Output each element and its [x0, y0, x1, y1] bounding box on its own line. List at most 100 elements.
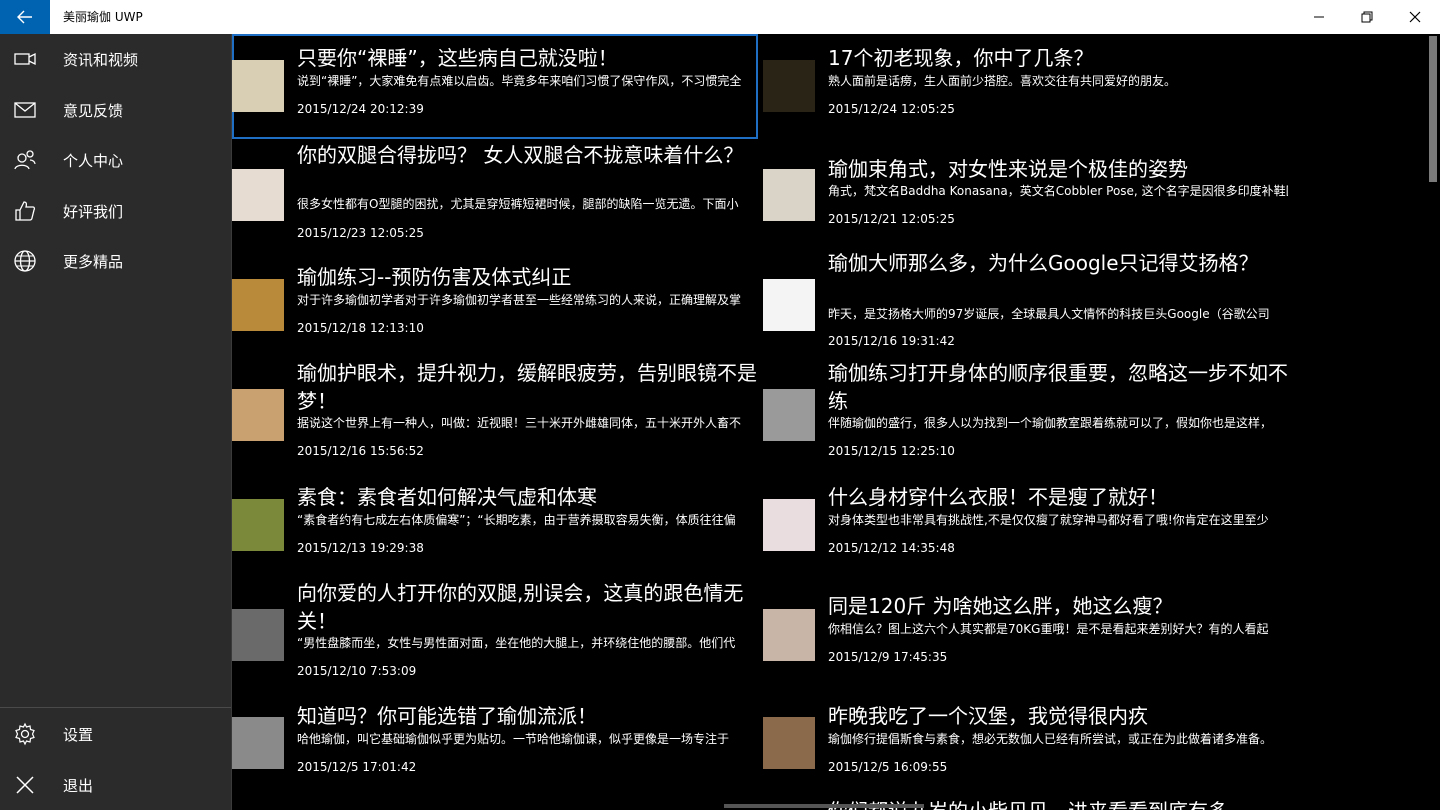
article-summary: “素食者约有七成左右体质偏寒”；“长期吃素，由于营养摄取容易失衡，体质往往偏 [297, 513, 736, 527]
article-title: 同是120斤 为啥她这么胖，她这么瘦？ [828, 594, 1173, 618]
app-title: 美丽瑜伽 UWP [63, 10, 143, 24]
article-card[interactable]: 只要你“裸睡”，这些病自己就没啦！ 说到“裸睡”，大家难免有点难以启齿。毕竟多年… [232, 34, 758, 139]
article-summary: 说到“裸睡”，大家难免有点难以启齿。毕竟多年来咱们习惯了保守作风，不习惯完全 [297, 74, 742, 88]
article-date: 2015/12/5 16:09:55 [828, 760, 948, 774]
article-thumbnail [763, 609, 815, 661]
article-date: 2015/12/10 7:53:09 [297, 664, 417, 678]
article-summary: 瑜伽修行提倡斯食与素食，想必无数伽人已经有所尝试，或正在为此做着诸多准备。 [828, 732, 1273, 746]
sidebar-item-news-video[interactable]: 资讯和视频 [0, 34, 231, 84]
article-thumbnail [232, 60, 284, 112]
article-date: 2015/12/24 12:05:25 [828, 102, 955, 116]
article-date: 2015/12/5 17:01:42 [297, 760, 417, 774]
article-title: 只要你“裸睡”，这些病自己就没啦！ [297, 46, 618, 70]
article-card[interactable]: 瑜伽练习--预防伤害及体式纠正 对于许多瑜伽初学者对于许多瑜伽初学者甚至一些经常… [232, 249, 758, 359]
article-date: 2015/12/23 12:05:25 [297, 226, 424, 240]
article-thumbnail [232, 717, 284, 769]
article-thumbnail [232, 499, 284, 551]
article-summary: 很多女性都有O型腿的困扰，尤其是穿短裤短裙时候，腿部的缺陷一览无遗。下面小 [297, 197, 739, 211]
article-date: 2015/12/13 19:29:38 [297, 541, 424, 555]
article-card[interactable]: 知道吗？你可能选错了瑜伽流派！ 哈他瑜伽，叫它基础瑜伽似乎更为贴切。一节哈他瑜伽… [232, 699, 758, 799]
article-thumbnail [763, 279, 815, 331]
sidebar-item-label: 个人中心 [63, 151, 124, 170]
article-card[interactable]: 什么身材穿什么衣服！不是瘦了就好！ 对身体类型也非常具有挑战性,不是仅仅瘦了就穿… [763, 479, 1289, 579]
article-card[interactable]: 瑜伽束角式，对女性来说是个极佳的姿势 角式，梵文名Baddha Konasana… [763, 139, 1289, 249]
article-title: 瑜伽练习打开身体的顺序很重要，忽略这一步不如不练 [828, 361, 1288, 413]
article-card[interactable]: 向你爱的人打开你的双腿,别误会，这真的跟色情无关！ “男性盘膝而坐，女性与男性面… [232, 579, 758, 699]
article-title: 知道吗？你可能选错了瑜伽流派！ [297, 704, 597, 728]
article-summary: 对于许多瑜伽初学者对于许多瑜伽初学者甚至一些经常练习的人来说，正确理解及掌 [297, 293, 742, 307]
article-thumbnail [232, 389, 284, 441]
article-title: 昨晚我吃了一个汉堡，我觉得很内疚 [828, 704, 1148, 728]
gear-icon [13, 722, 37, 746]
sidebar-item-label: 设置 [63, 725, 94, 744]
article-title: 素食：素食者如何解决气虚和体寒 [297, 485, 597, 509]
sidebar-item-label: 更多精品 [63, 252, 124, 271]
article-summary: 据说这个世界上有一种人，叫做：近视眼！三十米开外雌雄同体，五十米开外人畜不 [297, 416, 742, 430]
sidebar-item-settings[interactable]: 设置 [0, 709, 231, 759]
scroll-thumb[interactable] [1429, 36, 1437, 182]
article-thumbnail [763, 169, 815, 221]
sidebar-item-label: 退出 [63, 776, 94, 795]
sidebar-item-more-apps[interactable]: 更多精品 [0, 236, 231, 286]
article-summary: 角式，梵文名Baddha Konasana，英文名Cobbler Pose, 这… [828, 184, 1288, 198]
video-camera-icon [13, 47, 37, 71]
sidebar-item-rate-us[interactable]: 好评我们 [0, 186, 231, 236]
article-date: 2015/12/16 19:31:42 [828, 334, 955, 348]
close-icon [1409, 11, 1421, 23]
sidebar-item-label: 好评我们 [63, 202, 124, 221]
article-summary: 熟人面前是话痨，生人面前少搭腔。喜欢交往有共同爱好的朋友。 [828, 74, 1177, 88]
horizontal-scroll-indicator[interactable] [724, 804, 924, 808]
article-date: 2015/12/16 15:56:52 [297, 444, 424, 458]
article-summary: 昨天，是艾扬格大师的97岁诞辰，全球最具人文情怀的科技巨头Google（谷歌公司 [828, 307, 1270, 321]
close-icon [13, 773, 37, 797]
article-thumbnail [763, 499, 815, 551]
back-arrow-icon [17, 10, 32, 24]
article-thumbnail [763, 717, 815, 769]
article-card[interactable]: 瑜伽护眼术，提升视力，缓解眼疲劳，告别眼镜不是梦！ 据说这个世界上有一种人，叫做… [232, 359, 758, 479]
back-button[interactable] [0, 0, 50, 34]
sidebar-item-profile[interactable]: 个人中心 [0, 135, 231, 185]
sidebar-item-label: 资讯和视频 [63, 50, 139, 69]
article-date: 2015/12/12 14:35:48 [828, 541, 955, 555]
minimize-button[interactable] [1295, 0, 1343, 34]
vertical-scrollbar[interactable] [1426, 34, 1440, 810]
minimize-icon [1314, 16, 1324, 18]
article-date: 2015/12/18 12:13:10 [297, 321, 424, 335]
people-icon [13, 148, 37, 172]
article-title: 向你爱的人打开你的双腿,别误会，这真的跟色情无关！ [297, 581, 744, 633]
sidebar: 资讯和视频 意见反馈 个人中心 好评我们 更多精品 设置 退出 [0, 34, 231, 810]
article-thumbnail [763, 60, 815, 112]
article-title: 17个初老现象，你中了几条？ [828, 46, 1094, 70]
article-card[interactable]: 瑜伽练习打开身体的顺序很重要，忽略这一步不如不练 伴随瑜伽的盛行，很多人以为找到… [763, 359, 1289, 479]
article-date: 2015/12/15 12:25:10 [828, 444, 955, 458]
close-window-button[interactable] [1391, 0, 1439, 34]
article-date: 2015/12/24 20:12:39 [297, 102, 424, 116]
sidebar-item-label: 意见反馈 [63, 101, 124, 120]
thumbs-up-icon [13, 199, 37, 223]
article-thumbnail [232, 279, 284, 331]
sidebar-divider [0, 707, 231, 708]
article-summary: 哈他瑜伽，叫它基础瑜伽似乎更为贴切。一节哈他瑜伽课，似乎更像是一场专注于 [297, 732, 730, 746]
article-grid: 只要你“裸睡”，这些病自己就没啦！ 说到“裸睡”，大家难免有点难以启齿。毕竟多年… [232, 34, 1426, 810]
article-summary: 你相信么？图上这六个人其实都是70KG重哦！是不是看起来差别好大？有的人看起 [828, 622, 1269, 636]
restore-button[interactable] [1343, 0, 1391, 34]
mail-icon [13, 98, 37, 122]
article-card[interactable]: 17个初老现象，你中了几条？ 熟人面前是话痨，生人面前少搭腔。喜欢交往有共同爱好… [763, 34, 1289, 139]
article-card[interactable]: 素食：素食者如何解决气虚和体寒 “素食者约有七成左右体质偏寒”；“长期吃素，由于… [232, 479, 758, 579]
article-date: 2015/12/9 17:45:35 [828, 650, 948, 664]
article-title: 瑜伽练习--预防伤害及体式纠正 [297, 265, 572, 289]
article-title: 瑜伽护眼术，提升视力，缓解眼疲劳，告别眼镜不是梦！ [297, 361, 757, 413]
article-card[interactable]: 瑜伽大师那么多，为什么Google只记得艾扬格？ 昨天，是艾扬格大师的97岁诞辰… [763, 249, 1289, 359]
article-summary: 伴随瑜伽的盛行，很多人以为找到一个瑜伽教室跟着练就可以了，假如你也是这样， [828, 416, 1273, 430]
article-card[interactable]: 昨晚我吃了一个汉堡，我觉得很内疚 瑜伽修行提倡斯食与素食，想必无数伽人已经有所尝… [763, 699, 1289, 799]
title-bar: 美丽瑜伽 UWP [0, 0, 1440, 34]
article-thumbnail [763, 389, 815, 441]
article-card[interactable]: 你的双腿合得拢吗？ 女人双腿合不拢意味着什么？ 很多女性都有O型腿的困扰，尤其是… [232, 139, 758, 249]
article-title: 瑜伽大师那么多，为什么Google只记得艾扬格？ [828, 251, 1259, 275]
sidebar-item-exit[interactable]: 退出 [0, 760, 231, 810]
article-thumbnail [232, 609, 284, 661]
sidebar-item-feedback[interactable]: 意见反馈 [0, 85, 231, 135]
article-title: 瑜伽束角式，对女性来说是个极佳的姿势 [828, 157, 1188, 181]
article-card[interactable]: 同是120斤 为啥她这么胖，她这么瘦？ 你相信么？图上这六个人其实都是70KG重… [763, 579, 1289, 699]
article-date: 2015/12/21 12:05:25 [828, 212, 955, 226]
